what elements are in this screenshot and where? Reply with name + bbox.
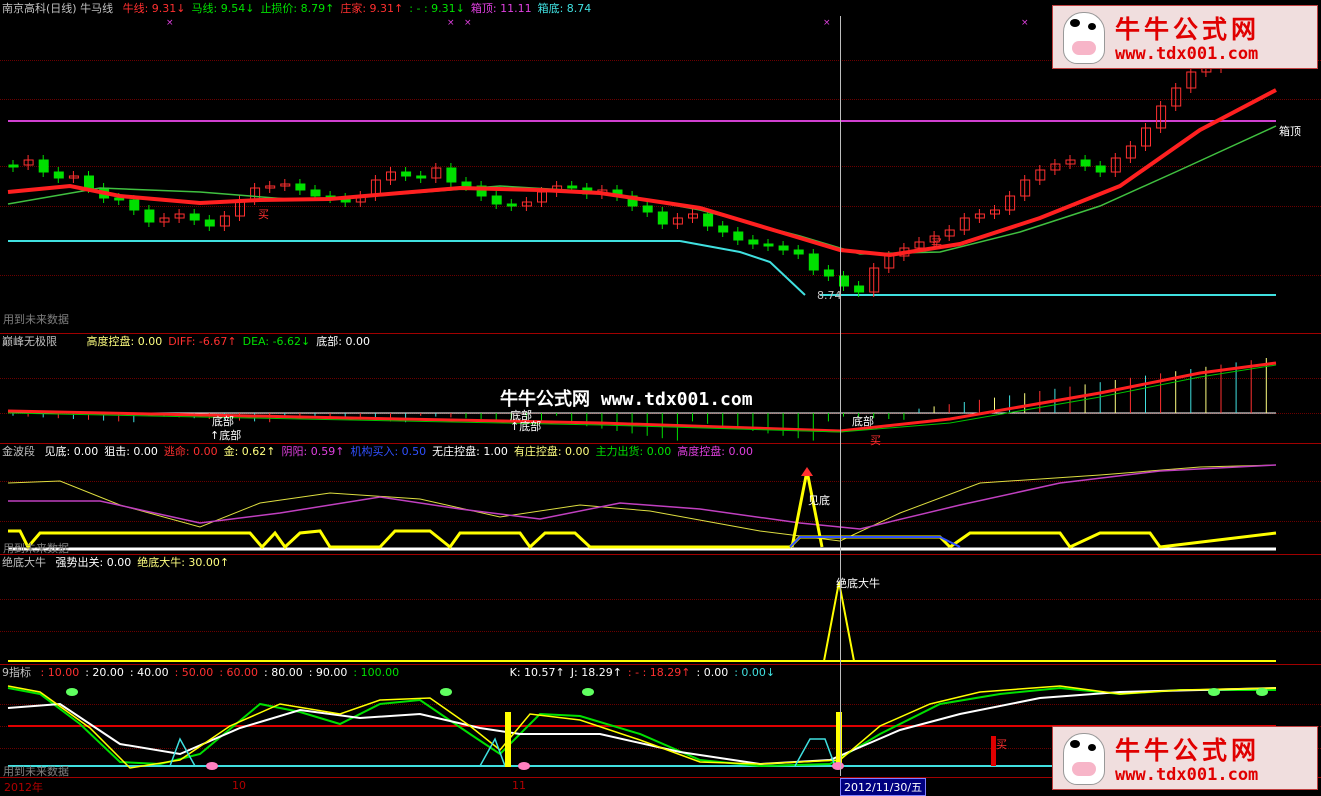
watermark-logo: 牛牛公式网 www.tdx001.com <box>1052 726 1318 790</box>
diamond-icon <box>582 688 594 696</box>
diamond-icon <box>66 688 78 696</box>
bull-line <box>7 88 1277 258</box>
mark-x: × <box>464 18 472 28</box>
golden-band-chart[interactable] <box>0 443 1321 554</box>
bottom-label: 底部 <box>852 415 874 428</box>
cursor-date-label: 2012/11/30/五 <box>840 778 927 796</box>
absolute-bottom-chart[interactable] <box>0 554 1321 664</box>
candle <box>401 171 412 177</box>
band-line <box>949 531 1277 549</box>
candle <box>793 249 804 255</box>
peak-label: 绝底大牛 <box>836 577 880 590</box>
candle <box>295 183 306 191</box>
watermark-logo: 牛牛公式网 www.tdx001.com <box>1052 5 1318 69</box>
cow-mascot-icon <box>1063 12 1105 64</box>
candle <box>446 167 457 183</box>
see-bottom-label: 见底 <box>808 494 830 507</box>
candle <box>808 253 819 271</box>
mark-x: × <box>447 18 455 28</box>
candle <box>144 209 155 223</box>
yin-yang-line <box>8 464 1277 530</box>
candle <box>461 181 472 187</box>
center-watermark: 牛牛公式网 www.tdx001.com <box>500 389 753 410</box>
candle <box>1095 165 1106 173</box>
absolute-bottom-spike <box>823 581 855 662</box>
candle <box>204 219 215 227</box>
axis-label-month-10: 10 <box>232 779 246 792</box>
diamond-icon <box>832 762 844 770</box>
buy-signal-label: 买 <box>996 738 1007 751</box>
low-price-label: 8.74 <box>817 289 842 302</box>
candle <box>506 203 517 207</box>
candle <box>114 197 125 201</box>
candle <box>718 225 729 233</box>
candle <box>8 164 19 168</box>
crosshair-vertical[interactable] <box>840 16 841 776</box>
signal-bar <box>836 712 842 767</box>
up-arrow-icon <box>801 467 813 476</box>
candle <box>567 185 578 189</box>
bottom-label: ↑底部 <box>510 420 542 433</box>
candle <box>657 211 668 225</box>
horse-line <box>7 125 1277 255</box>
candle <box>823 269 834 277</box>
absolute-bottom-panel[interactable]: 绝底大牛 强势出关: 0.00 绝底大牛: 30.00↑ 绝底大牛 <box>0 554 1321 665</box>
candle <box>854 285 865 293</box>
watermark-url: www.tdx001.com <box>1115 44 1259 64</box>
golden-line <box>7 464 1277 542</box>
candle <box>416 175 427 179</box>
candle <box>53 171 64 179</box>
axis-label-month-11: 11 <box>512 779 526 792</box>
watermark-title: 牛牛公式网 <box>1115 15 1261 44</box>
candle <box>748 239 759 245</box>
diamond-icon <box>1208 688 1220 696</box>
cow-mascot-icon <box>1063 733 1105 785</box>
watermark-title: 牛牛公式网 <box>1115 736 1261 765</box>
candle <box>491 195 502 205</box>
diamond-icon <box>440 688 452 696</box>
candle <box>1080 159 1091 167</box>
mark-x: × <box>1021 18 1029 28</box>
signal-bar <box>505 712 511 767</box>
band-line <box>8 529 952 550</box>
candle <box>733 231 744 241</box>
box-top-label: 箱顶 <box>1279 125 1301 138</box>
mark-x: × <box>823 18 831 28</box>
future-data-label: 用到未来数据 <box>3 313 69 326</box>
watermark-url: www.tdx001.com <box>1115 765 1259 785</box>
candle <box>310 189 321 197</box>
golden-band-panel[interactable]: 金波段 见底: 0.00 狙击: 0.00 逃命: 0.00 金: 0.62↑ 阴阳: … <box>0 443 1321 555</box>
candle <box>38 159 49 173</box>
diamond-icon <box>206 762 218 770</box>
candle <box>642 205 653 213</box>
diamond-icon <box>1256 688 1268 696</box>
candle <box>129 199 140 211</box>
diamond-icon <box>518 762 530 770</box>
candle <box>703 213 714 227</box>
candle <box>763 243 774 247</box>
buy-signal-label: 买 <box>258 208 269 221</box>
candle <box>84 175 94 189</box>
mark-x: × <box>166 18 174 28</box>
candle <box>778 245 789 251</box>
bottom-label: ↑底部 <box>210 429 242 442</box>
buy-signal-label: 买 <box>931 237 942 250</box>
candle <box>189 213 200 221</box>
